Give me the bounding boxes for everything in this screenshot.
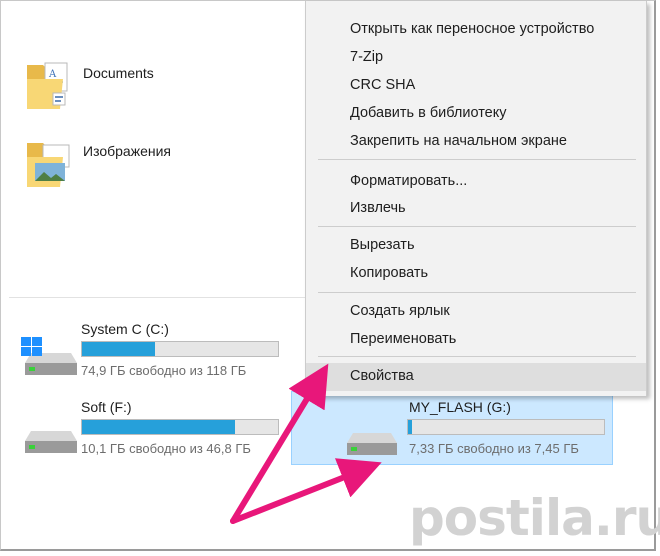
menu-item-copy[interactable]: Копировать bbox=[306, 261, 646, 287]
menu-separator bbox=[318, 356, 636, 357]
drive-name: Soft (F:) bbox=[81, 399, 132, 415]
menu-item-label: Создать ярлык bbox=[350, 303, 450, 319]
drive-free-space: 74,9 ГБ свободно из 118 ГБ bbox=[81, 363, 247, 378]
folder-pictures[interactable]: Изображения bbox=[15, 135, 275, 195]
context-menu: Открыть как переносное устройство 7-Zip … bbox=[305, 1, 647, 396]
menu-item-create-shortcut[interactable]: Создать ярлык bbox=[306, 299, 646, 325]
svg-text:A: A bbox=[48, 69, 57, 80]
drive-name: MY_FLASH (G:) bbox=[409, 399, 511, 415]
drive-usage-fill bbox=[82, 342, 155, 356]
menu-item-pin-to-start[interactable]: Закрепить на начальном экране bbox=[306, 129, 646, 155]
menu-separator bbox=[318, 292, 636, 293]
menu-item-label: Добавить в библиотеку bbox=[350, 105, 507, 121]
drive-usage-fill bbox=[82, 420, 235, 434]
menu-separator bbox=[318, 159, 636, 160]
menu-item-label: Вырезать bbox=[350, 237, 415, 253]
drive-usage-bar bbox=[407, 419, 605, 435]
drive-free-space: 7,33 ГБ свободно из 7,45 ГБ bbox=[409, 441, 579, 456]
menu-item-label: Извлечь bbox=[350, 200, 406, 216]
menu-item-label: Закрепить на начальном экране bbox=[350, 133, 567, 149]
menu-item-open-as-portable[interactable]: Открыть как переносное устройство bbox=[306, 17, 646, 43]
menu-item-label: CRC SHA bbox=[350, 77, 416, 93]
menu-item-label: Свойства bbox=[350, 368, 414, 384]
arrow-to-flash-drive bbox=[230, 458, 382, 524]
folder-documents[interactable]: A Documents bbox=[15, 57, 275, 117]
menu-item-crc-sha[interactable]: CRC SHA bbox=[306, 73, 646, 99]
drive-system-c[interactable]: System C (C:) 74,9 ГБ свободно из 118 ГБ bbox=[15, 319, 305, 389]
drive-my-flash-g[interactable]: MY_FLASH (G:) 7,33 ГБ свободно из 7,45 Г… bbox=[339, 397, 629, 467]
watermark: postila.ru bbox=[409, 489, 660, 547]
drive-usage-bar bbox=[81, 341, 279, 357]
menu-separator bbox=[318, 226, 636, 227]
menu-item-label: Копировать bbox=[350, 265, 429, 281]
menu-item-label: Открыть как переносное устройство bbox=[350, 21, 595, 37]
menu-item-eject[interactable]: Извлечь bbox=[306, 196, 646, 222]
drive-usage-fill bbox=[408, 420, 412, 434]
pictures-folder-icon bbox=[21, 135, 73, 187]
hard-drive-icon bbox=[19, 415, 79, 455]
menu-item-7zip[interactable]: 7-Zip bbox=[306, 45, 646, 71]
folder-label: Изображения bbox=[83, 143, 171, 159]
drive-soft-f[interactable]: Soft (F:) 10,1 ГБ свободно из 46,8 ГБ bbox=[15, 397, 305, 467]
menu-item-format[interactable]: Форматировать... bbox=[306, 169, 646, 195]
folder-label: Documents bbox=[83, 65, 154, 81]
documents-folder-icon: A bbox=[21, 57, 73, 109]
drive-free-space: 10,1 ГБ свободно из 46,8 ГБ bbox=[81, 441, 251, 456]
menu-item-label: 7-Zip bbox=[350, 49, 384, 65]
section-divider bbox=[9, 297, 305, 298]
menu-item-properties[interactable]: Свойства bbox=[306, 363, 646, 391]
usb-drive-icon bbox=[343, 419, 403, 459]
menu-item-rename[interactable]: Переименовать bbox=[306, 327, 646, 353]
menu-item-label: Переименовать bbox=[350, 331, 457, 347]
windows-drive-icon bbox=[19, 337, 79, 377]
menu-item-add-to-library[interactable]: Добавить в библиотеку bbox=[306, 101, 646, 127]
drive-usage-bar bbox=[81, 419, 279, 435]
menu-item-label: Форматировать... bbox=[350, 173, 468, 189]
explorer-window: A Documents Изображения System C (C:) 74… bbox=[0, 0, 660, 551]
menu-item-cut[interactable]: Вырезать bbox=[306, 233, 646, 259]
drive-name: System C (C:) bbox=[81, 321, 169, 337]
